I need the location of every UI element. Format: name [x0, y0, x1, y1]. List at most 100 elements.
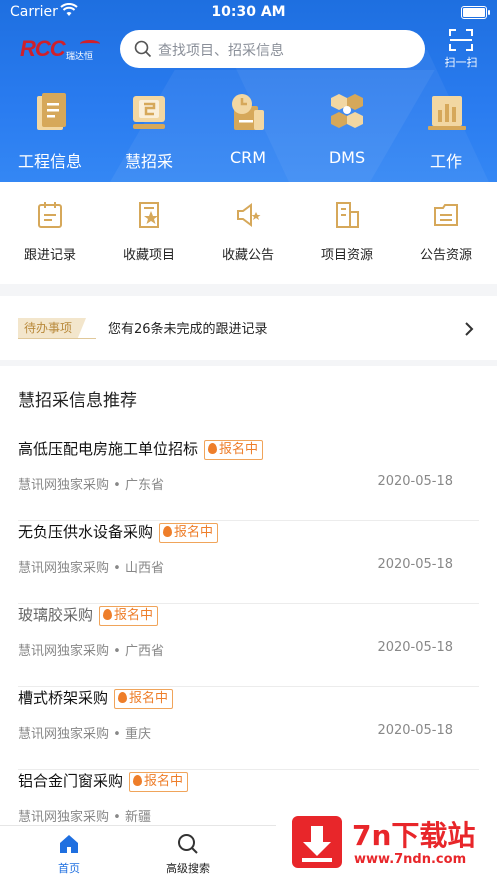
todo-badge: 待办事项 — [18, 318, 87, 338]
item-source: 慧讯网独家采购 — [18, 561, 110, 576]
todo-banner[interactable]: 待办事项 您有26条未完成的跟进记录 — [0, 296, 497, 360]
item-title-line: 无负压供水设备采购 报名中 — [18, 521, 219, 543]
watermark-title: 7n下载站 — [352, 819, 476, 852]
monitor-icon — [133, 96, 165, 129]
chevron-right-icon — [464, 321, 474, 340]
scan-icon — [449, 29, 473, 51]
status-badge: 报名中 — [99, 606, 159, 626]
document-icon — [37, 93, 66, 130]
item-meta: 慧讯网独家采购 • 山西省 — [18, 561, 164, 576]
scan-button[interactable]: 扫一扫 — [438, 28, 484, 72]
item-region: 广西省 — [124, 644, 164, 659]
section-title: 慧招采信息推荐 — [18, 391, 137, 411]
status-badge: 报名中 — [204, 440, 264, 460]
search-placeholder: 查找项目、招采信息 — [158, 43, 284, 59]
item-title-line: 铝合金门窗采购 报名中 — [18, 770, 189, 792]
scan-label: 扫一扫 — [444, 56, 478, 69]
quick-project-resources[interactable]: 项目资源 — [302, 200, 392, 263]
tab-label: 高级搜索 — [166, 862, 210, 875]
nav-label: 工作 — [429, 152, 462, 171]
item-date: 2020-05-18 — [377, 474, 453, 489]
battery-icon — [461, 6, 490, 19]
item-title-line: 玻璃胶采购 报名中 — [18, 604, 159, 626]
list-item[interactable]: 玻璃胶采购 报名中 慧讯网独家采购 • 广西省 2020-05-18 — [18, 604, 479, 687]
quick-label: 跟进记录 — [23, 248, 76, 263]
nav-item-work[interactable]: 工作 — [406, 90, 486, 172]
tab-advanced-search[interactable]: 高级搜索 — [143, 832, 233, 876]
fire-icon — [103, 609, 113, 620]
item-meta: 慧讯网独家采购 • 广西省 — [18, 644, 164, 659]
item-date: 2020-05-18 — [377, 557, 453, 572]
home-icon — [60, 835, 78, 853]
quick-favorite-notices[interactable]: 收藏公告 — [203, 200, 293, 263]
tab-label: 首页 — [58, 862, 80, 875]
item-title: 槽式桥架采购 — [18, 689, 109, 707]
item-region: 山西省 — [124, 561, 164, 576]
item-region: 广东省 — [124, 478, 164, 493]
list-item[interactable]: 高低压配电房施工单位招标 报名中 慧讯网独家采购 • 广东省 2020-05-18 — [18, 438, 479, 521]
quick-label: 公告资源 — [419, 248, 472, 263]
logo-subtext: 瑞达恒 — [66, 52, 94, 62]
item-meta: 慧讯网独家采购 • 新疆 — [18, 810, 151, 825]
status-badge: 报名中 — [129, 772, 189, 792]
list-item[interactable]: 无负压供水设备采购 报名中 慧讯网独家采购 • 山西省 2020-05-18 — [18, 521, 479, 604]
quick-favorite-projects[interactable]: 收藏项目 — [104, 200, 194, 263]
nav-item-smart-procurement[interactable]: 慧招采 — [109, 90, 189, 172]
list-item[interactable]: 槽式桥架采购 报名中 慧讯网独家采购 • 重庆 2020-05-18 — [18, 687, 479, 770]
nav-label: 慧招采 — [124, 152, 173, 171]
status-badge: 报名中 — [114, 689, 174, 709]
watermark: 7n下载站 www.7ndn.com — [276, 800, 497, 883]
nav-label: CRM — [229, 148, 267, 167]
item-date: 2020-05-18 — [377, 640, 453, 655]
building-icon — [336, 202, 359, 228]
item-title: 无负压供水设备采购 — [18, 523, 154, 541]
quick-follow-up-records[interactable]: 跟进记录 — [5, 200, 95, 263]
brand-logo: RCC 瑞达恒 — [20, 34, 102, 66]
status-bar: Carrier 10:30 AM — [0, 0, 497, 26]
item-title-line: 槽式桥架采购 报名中 — [18, 687, 174, 709]
logo-text: RCC — [20, 36, 66, 61]
status-badge: 报名中 — [159, 523, 219, 543]
todo-text: 您有26条未完成的跟进记录 — [108, 322, 268, 337]
nav-item-dms[interactable]: DMS — [307, 90, 387, 167]
nav-label: DMS — [328, 148, 366, 167]
item-region: 新疆 — [124, 810, 151, 825]
nav-item-engineering-info[interactable]: 工程信息 — [10, 90, 90, 172]
calendar-icon — [38, 202, 62, 228]
item-title: 玻璃胶采购 — [18, 606, 94, 624]
status-badge-text: 报名中 — [129, 691, 169, 706]
search-icon — [134, 40, 152, 62]
header-banner: Carrier 10:30 AM RCC 瑞达恒 查找项目、招采信息 扫一扫 工… — [0, 0, 497, 182]
item-meta: 慧讯网独家采购 • 广东省 — [18, 478, 164, 493]
status-badge-text: 报名中 — [219, 442, 259, 457]
fire-icon — [133, 775, 143, 786]
nav-item-crm[interactable]: CRM — [208, 90, 288, 167]
search-icon — [178, 834, 198, 854]
status-time: 10:30 AM — [211, 4, 286, 20]
item-title: 高低压配电房施工单位招标 — [18, 440, 199, 458]
star-document-icon — [139, 202, 159, 228]
item-meta: 慧讯网独家采购 • 重庆 — [18, 727, 151, 742]
fire-icon — [208, 443, 218, 454]
item-source: 慧讯网独家采购 — [18, 727, 110, 742]
item-source: 慧讯网独家采购 — [18, 810, 110, 825]
item-title: 铝合金门窗采购 — [18, 772, 124, 790]
item-title-line: 高低压配电房施工单位招标 报名中 — [18, 438, 264, 460]
tab-home[interactable]: 首页 — [24, 832, 114, 876]
status-badge-text: 报名中 — [114, 608, 154, 623]
status-badge-text: 报名中 — [174, 525, 214, 540]
top-nav: 工程信息 慧招采 CRM DMS 工作 — [0, 90, 497, 172]
recommend-section: 慧招采信息推荐 高低压配电房施工单位招标 报名中 慧讯网独家采购 • 广东省 20… — [0, 366, 497, 826]
item-region: 重庆 — [124, 727, 151, 742]
quick-label: 收藏项目 — [122, 248, 175, 263]
search-input[interactable]: 查找项目、招采信息 — [120, 30, 425, 68]
item-date: 2020-05-18 — [377, 723, 453, 738]
fire-icon — [118, 692, 128, 703]
fire-icon — [163, 526, 173, 537]
quick-label: 收藏公告 — [221, 248, 274, 263]
hexagon-network-icon — [331, 94, 363, 128]
item-source: 慧讯网独家采购 — [18, 644, 110, 659]
watermark-url: www.7ndn.com — [354, 852, 467, 867]
nav-label: 工程信息 — [17, 152, 82, 171]
quick-notice-resources[interactable]: 公告资源 — [401, 200, 491, 263]
